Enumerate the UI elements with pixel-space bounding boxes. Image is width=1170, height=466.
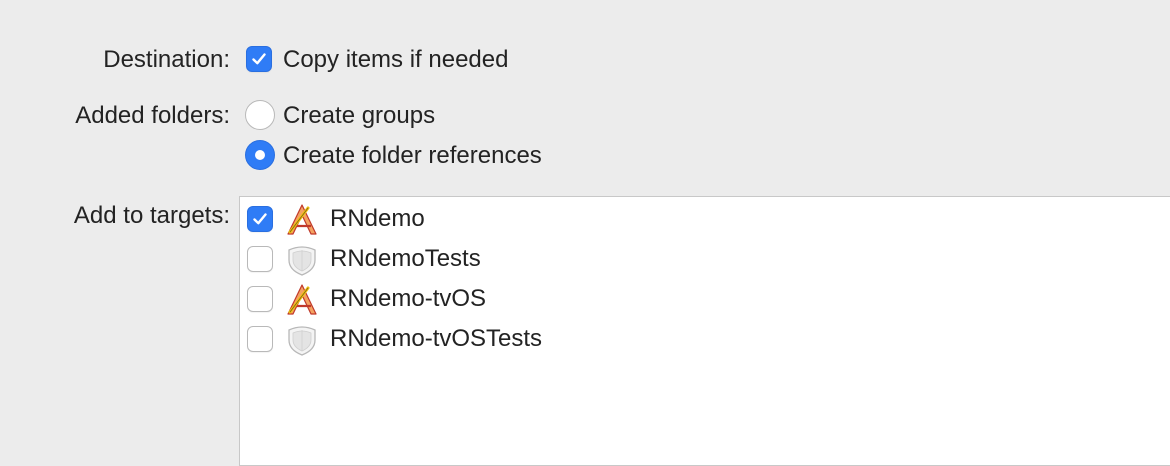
add-to-targets-label: Add to targets: [73, 202, 230, 229]
target-row-rndemo[interactable]: RNdemo [240, 199, 1170, 239]
target-name: RNdemoTests [330, 245, 481, 272]
target-checkbox[interactable] [247, 326, 273, 352]
target-row-rndemo-tvostests[interactable]: RNdemo-tvOSTests [240, 319, 1170, 359]
copy-items-label[interactable]: Copy items if needed [283, 45, 508, 75]
added-folders-label: Added folders: [75, 102, 230, 129]
radio-dot-icon [255, 150, 265, 160]
create-folder-references-radio[interactable] [245, 140, 275, 170]
create-groups-label[interactable]: Create groups [283, 101, 435, 131]
app-target-icon [287, 284, 317, 315]
test-target-icon [288, 246, 316, 276]
target-row-rndemo-tvos[interactable]: RNdemo-tvOS [240, 279, 1170, 319]
checkmark-icon [252, 53, 266, 65]
targets-list[interactable]: RNdemo RNdemoTests RNdemo-tvOS RNdemo-tv… [239, 196, 1170, 466]
copy-items-checkbox[interactable] [246, 46, 272, 72]
checkmark-icon [253, 213, 267, 225]
destination-label: Destination: [103, 46, 230, 73]
test-target-icon [288, 326, 316, 356]
target-row-rndemotests[interactable]: RNdemoTests [240, 239, 1170, 279]
target-name: RNdemo-tvOSTests [330, 325, 543, 352]
target-name: RNdemo-tvOS [330, 285, 487, 312]
app-target-icon [287, 204, 317, 235]
target-checkbox[interactable] [247, 246, 273, 272]
target-checkbox[interactable] [247, 206, 273, 232]
target-name: RNdemo [330, 205, 425, 232]
create-folder-references-label[interactable]: Create folder references [283, 141, 542, 171]
target-checkbox[interactable] [247, 286, 273, 312]
create-groups-radio[interactable] [245, 100, 275, 130]
